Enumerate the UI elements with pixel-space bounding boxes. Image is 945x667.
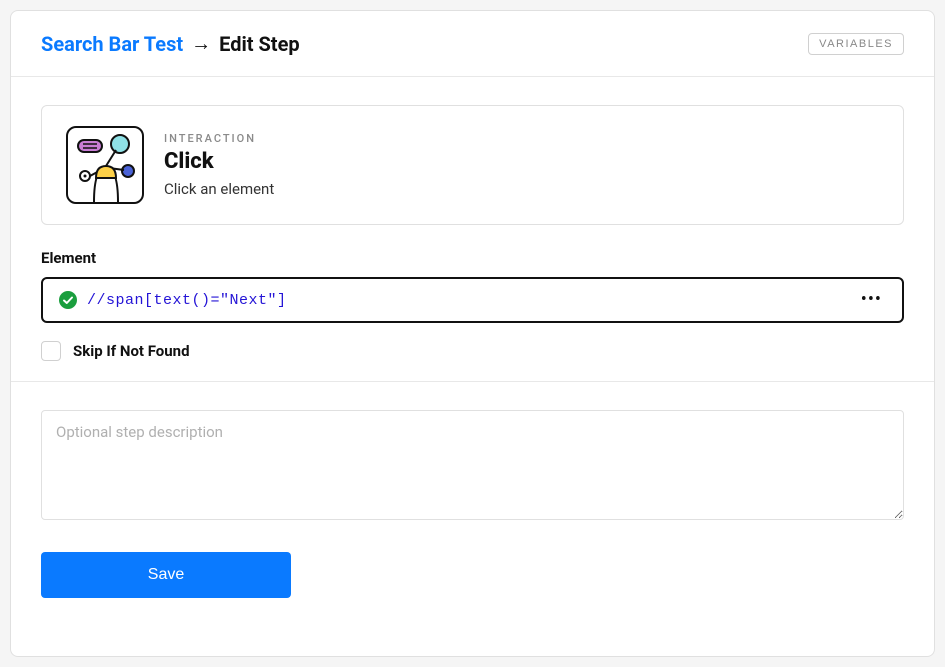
check-circle-icon (59, 291, 77, 309)
element-selector-row[interactable]: //span[text()="Next"] ••• (41, 277, 904, 323)
interaction-text: INTERACTION Click Click an element (164, 132, 274, 198)
body-section: INTERACTION Click Click an element Eleme… (11, 77, 934, 382)
footer-section: Save (11, 382, 934, 626)
arrow-right-icon: → (191, 31, 211, 56)
interaction-card: INTERACTION Click Click an element (41, 105, 904, 225)
interaction-title: Click (164, 149, 274, 174)
skip-checkbox-row: Skip If Not Found (41, 341, 904, 361)
element-field-label: Element (41, 249, 904, 267)
interaction-category-label: INTERACTION (164, 132, 274, 145)
element-selector-value: //span[text()="Next"] (87, 292, 847, 309)
skip-checkbox-label: Skip If Not Found (73, 342, 190, 360)
interaction-description: Click an element (164, 180, 274, 198)
more-options-icon[interactable]: ••• (857, 291, 886, 309)
save-button[interactable]: Save (41, 552, 291, 598)
edit-step-panel: Search Bar Test → Edit Step VARIABLES (10, 10, 935, 657)
header: Search Bar Test → Edit Step VARIABLES (11, 11, 934, 77)
breadcrumb-current: Edit Step (219, 32, 300, 56)
breadcrumb: Search Bar Test → Edit Step (41, 31, 300, 56)
variables-button[interactable]: VARIABLES (808, 33, 904, 55)
skip-if-not-found-checkbox[interactable] (41, 341, 61, 361)
breadcrumb-link[interactable]: Search Bar Test (41, 32, 183, 56)
click-interaction-icon (66, 126, 144, 204)
step-description-input[interactable] (41, 410, 904, 520)
